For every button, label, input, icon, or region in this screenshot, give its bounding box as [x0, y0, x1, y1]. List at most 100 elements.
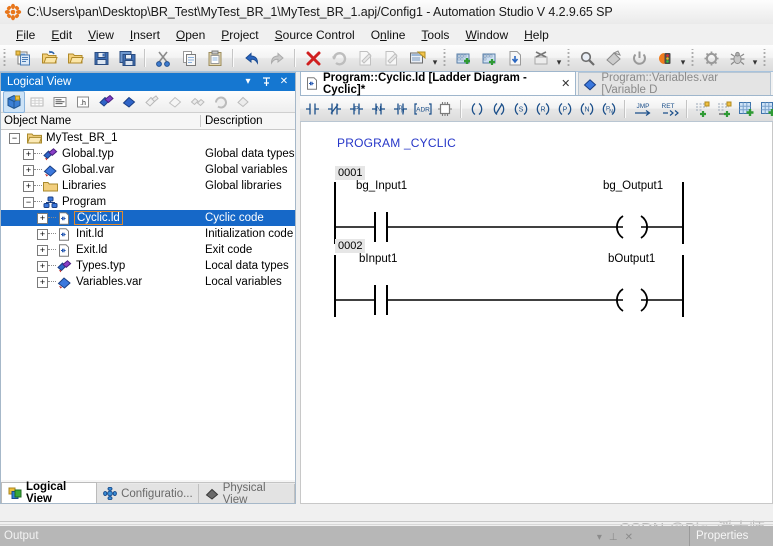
tree-row-cyclic-ld[interactable]: + Cyclic.ld Cyclic code	[1, 210, 295, 226]
menu-open[interactable]: Open	[168, 26, 213, 44]
save-icon[interactable]	[89, 46, 113, 70]
coil-negative-icon[interactable]: N	[576, 97, 598, 121]
toolbar-overflow-button[interactable]: ▾	[554, 46, 564, 70]
tree-row-variables-var[interactable]: + Variables.var Local variables	[1, 274, 295, 290]
tree-row-global-typ[interactable]: + Global.typ Global data types	[1, 146, 295, 162]
expander-plus-icon[interactable]: +	[37, 276, 48, 288]
tree-row-global-var[interactable]: + Global.var Global variables	[1, 162, 295, 178]
expander-plus-icon[interactable]: +	[23, 164, 34, 176]
rung-1[interactable]: bg_Input1 bg_Output1	[331, 180, 751, 244]
menu-online[interactable]: Online	[363, 26, 414, 44]
power-icon[interactable]	[627, 46, 651, 70]
page-delete-icon[interactable]	[379, 46, 403, 70]
expander-plus-icon[interactable]: +	[37, 228, 48, 240]
coil-positive-icon[interactable]: P	[554, 97, 576, 121]
rebuild-icon[interactable]	[477, 46, 501, 70]
close-icon[interactable]: ✕	[625, 532, 633, 543]
pin-icon[interactable]: ⊥	[609, 532, 618, 543]
chevron-down-icon[interactable]: ▾	[241, 75, 255, 89]
function-block-icon[interactable]	[434, 97, 456, 121]
toolbar-overflow-button[interactable]: ▾	[678, 46, 688, 70]
text-lines-icon[interactable]	[49, 91, 71, 113]
tree-row-init-ld[interactable]: + Init.ld Initialization code	[1, 226, 295, 242]
contact-pn-icon[interactable]: P N	[390, 97, 412, 121]
data-types-icon[interactable]	[95, 91, 117, 113]
menu-insert[interactable]: Insert	[122, 26, 168, 44]
coil-reset-icon[interactable]: R	[532, 97, 554, 121]
menu-project[interactable]: Project	[213, 26, 266, 44]
tab-logical-view[interactable]: Logical View	[1, 481, 98, 505]
append-rung-icon[interactable]	[714, 97, 736, 121]
traffic-light-icon[interactable]	[653, 46, 677, 70]
redo-arrow-icon[interactable]	[265, 46, 289, 70]
delete-x-icon[interactable]	[301, 46, 325, 70]
refresh-round-icon[interactable]	[210, 91, 232, 113]
toolbar-grip[interactable]	[566, 49, 572, 67]
paste-icon[interactable]	[203, 46, 227, 70]
insert-network-icon[interactable]	[736, 97, 758, 121]
close-icon[interactable]: ✕	[277, 75, 291, 89]
variables-icon[interactable]	[118, 91, 140, 113]
tab-physical-view[interactable]: Physical View	[198, 482, 295, 506]
header-h-icon[interactable]: .h	[72, 91, 94, 113]
pin-icon[interactable]	[259, 75, 273, 89]
tree-rename-input[interactable]: Cyclic.ld	[74, 211, 123, 225]
export-icon[interactable]	[141, 91, 163, 113]
menu-help[interactable]: Help	[516, 26, 557, 44]
menu-view[interactable]: View	[80, 26, 122, 44]
debug-bug-icon[interactable]	[725, 46, 749, 70]
menu-file[interactable]: File	[8, 26, 43, 44]
undo-arrow-icon[interactable]	[239, 46, 263, 70]
tree-row-program[interactable]: − Program	[1, 194, 295, 210]
toolbar-grip[interactable]	[2, 49, 8, 67]
new-project-icon[interactable]	[11, 46, 35, 70]
expander-plus-icon[interactable]: +	[23, 180, 34, 192]
online-connect-icon[interactable]	[601, 46, 625, 70]
contact-nc-icon[interactable]	[324, 97, 346, 121]
rung-2[interactable]: bInput1 bOutput1	[331, 253, 751, 317]
coil-icon[interactable]	[466, 97, 488, 121]
coil-pn-icon[interactable]: P N	[598, 97, 620, 121]
toolbar-overflow-button[interactable]: ▾	[750, 46, 760, 70]
jump-icon[interactable]: JMP	[630, 97, 656, 121]
refresh-icon[interactable]	[327, 46, 351, 70]
contact-n-icon[interactable]: N	[368, 97, 390, 121]
page-edit-icon[interactable]	[353, 46, 377, 70]
toolbar-overflow-button[interactable]: ▾	[430, 46, 440, 70]
table-grid-icon[interactable]	[26, 91, 48, 113]
menu-tools[interactable]: Tools	[413, 26, 457, 44]
tree-row-types-typ[interactable]: + Types.typ Local data types	[1, 258, 295, 274]
tree-row-mytest-br-1[interactable]: − MyTest_BR_1	[1, 130, 295, 146]
menu-edit[interactable]: Edit	[43, 26, 80, 44]
expander-minus-icon[interactable]: −	[9, 132, 20, 144]
document-tab-cyclic-ld[interactable]: Program::Cyclic.ld [Ladder Diagram - Cyc…	[300, 71, 577, 96]
tab-configuration-view[interactable]: Configuratio...	[97, 484, 199, 503]
contact-no-icon[interactable]	[302, 97, 324, 121]
build-cancel-icon[interactable]	[529, 46, 553, 70]
expander-plus-icon[interactable]: +	[37, 260, 48, 272]
insert-rung-icon[interactable]	[692, 97, 714, 121]
expander-plus-icon[interactable]: +	[37, 244, 48, 256]
logical-view-tree[interactable]: − MyTest_BR_1 + Global.typ Global data t…	[1, 130, 295, 480]
return-icon[interactable]: RET	[656, 97, 682, 121]
open-project-icon[interactable]	[37, 46, 61, 70]
chevron-down-icon[interactable]: ▾	[597, 532, 602, 543]
toolbar-grip[interactable]	[762, 49, 768, 67]
expander-plus-icon[interactable]: +	[37, 212, 48, 224]
link-icon[interactable]	[187, 91, 209, 113]
document-tab-variables-var[interactable]: Program::Variables.var [Variable D	[578, 72, 771, 96]
search-magnifier-icon[interactable]	[575, 46, 599, 70]
toolbar-grip[interactable]	[690, 49, 696, 67]
tree-row-libraries[interactable]: + Libraries Global libraries	[1, 178, 295, 194]
build-add-icon[interactable]	[451, 46, 475, 70]
open-folder-icon[interactable]	[63, 46, 87, 70]
coil-negated-icon[interactable]	[488, 97, 510, 121]
watch-gear-icon[interactable]	[699, 46, 723, 70]
properties-panel-tab[interactable]: Properties	[689, 526, 773, 546]
object-cube-icon[interactable]	[3, 90, 25, 113]
toolbar-grip[interactable]	[442, 49, 448, 67]
close-icon[interactable]: ✕	[561, 77, 570, 90]
address-adr-icon[interactable]: ADR	[412, 97, 434, 121]
expander-plus-icon[interactable]: +	[23, 148, 34, 160]
coil-set-icon[interactable]: S	[510, 97, 532, 121]
